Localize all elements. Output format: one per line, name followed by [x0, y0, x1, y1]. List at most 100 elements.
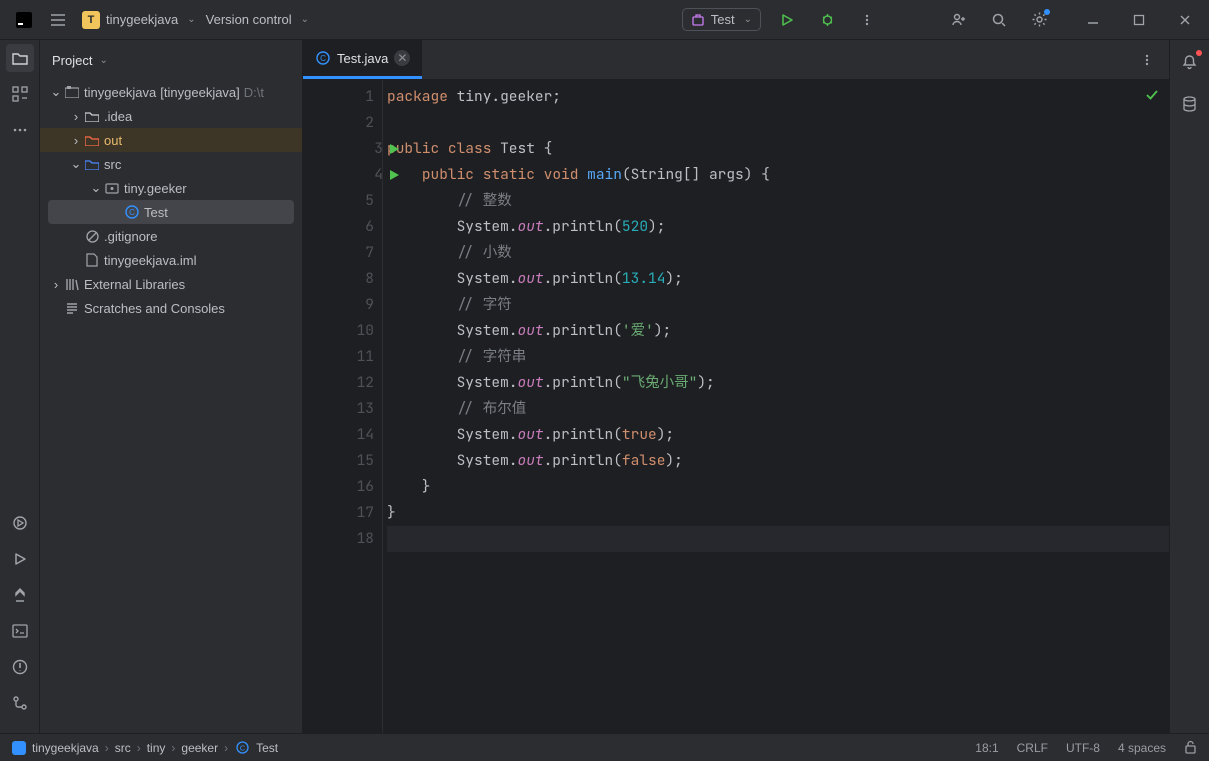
project-panel: Project ⌄ ⌄ tinygeekjava [tinygeekjava] …	[40, 40, 303, 733]
terminal-tool-icon[interactable]	[6, 617, 34, 645]
tree-root[interactable]: ⌄ tinygeekjava [tinygeekjava] D:\t	[40, 80, 302, 104]
more-actions-icon[interactable]	[853, 6, 881, 34]
caret-position[interactable]: 18:1	[975, 741, 998, 755]
tree-root-suffix: [tinygeekjava]	[160, 85, 240, 100]
ide-logo-icon[interactable]	[10, 6, 38, 34]
breadcrumb-item[interactable]: tinygeekjava	[32, 741, 99, 755]
tree-folder-idea[interactable]: › .idea	[40, 104, 302, 128]
run-tool-icon[interactable]	[6, 545, 34, 573]
tree-folder-out[interactable]: › out	[40, 128, 302, 152]
right-tool-strip	[1169, 40, 1209, 733]
folder-icon	[84, 111, 100, 122]
file-encoding[interactable]: UTF-8	[1066, 741, 1100, 755]
run-config-icon	[691, 13, 705, 27]
svg-text:C: C	[239, 744, 245, 753]
problems-tool-icon[interactable]	[6, 653, 34, 681]
code-with-me-icon[interactable]	[945, 6, 973, 34]
gutter-run-icon[interactable]	[389, 169, 400, 181]
chevron-down-icon: ⌄	[48, 84, 64, 100]
run-button[interactable]	[773, 6, 801, 34]
more-tools-icon[interactable]	[6, 116, 34, 144]
tree-label: tinygeekjava	[84, 85, 156, 100]
tree-label: src	[104, 157, 121, 172]
chevron-right-icon: ›	[68, 133, 84, 148]
project-tool-icon[interactable]	[6, 44, 34, 72]
source-folder-icon	[84, 159, 100, 170]
code-editor[interactable]: 123456789101112131415161718 package tiny…	[303, 80, 1169, 733]
class-icon: C	[124, 205, 140, 219]
search-icon[interactable]	[985, 6, 1013, 34]
project-panel-header[interactable]: Project ⌄	[40, 40, 302, 80]
notifications-icon[interactable]	[1176, 48, 1204, 76]
tree-package[interactable]: ⌄ tiny.geeker	[40, 176, 302, 200]
tree-external-libs[interactable]: › External Libraries	[40, 272, 302, 296]
file-icon	[84, 253, 100, 267]
breadcrumbs[interactable]: tinygeekjava › src › tiny › geeker › C T…	[12, 741, 278, 755]
breadcrumb-sep-icon: ›	[171, 741, 175, 755]
tree-label: Test	[144, 205, 168, 220]
tree-label: Scratches and Consoles	[84, 301, 225, 316]
database-tool-icon[interactable]	[1176, 90, 1204, 118]
window-minimize-button[interactable]	[1079, 6, 1107, 34]
editor-code-area[interactable]: package tiny.geeker;public class Test { …	[383, 80, 1169, 733]
breadcrumb-item[interactable]: src	[115, 741, 131, 755]
breadcrumb-sep-icon: ›	[105, 741, 109, 755]
debug-button[interactable]	[813, 6, 841, 34]
project-panel-title: Project	[52, 53, 92, 68]
project-badge-icon: T	[82, 11, 100, 29]
tree-class-test[interactable]: C Test	[48, 200, 294, 224]
line-separator[interactable]: CRLF	[1017, 741, 1048, 755]
window-maximize-button[interactable]	[1125, 6, 1153, 34]
project-selector[interactable]: T tinygeekjava ⌄	[78, 9, 200, 31]
update-indicator-dot	[1044, 9, 1050, 15]
left-tool-strip	[0, 40, 40, 733]
tree-scratches[interactable]: Scratches and Consoles	[40, 296, 302, 320]
svg-text:C: C	[320, 54, 326, 63]
gutter-run-icon[interactable]	[389, 143, 400, 155]
tree-label: External Libraries	[84, 277, 185, 292]
module-icon	[64, 86, 80, 98]
titlebar: T tinygeekjava ⌄ Version control ⌄ Test …	[0, 0, 1209, 40]
breadcrumb-item[interactable]: Test	[256, 741, 278, 755]
scratch-icon	[64, 302, 80, 315]
vcs-label: Version control	[206, 12, 292, 27]
breadcrumb-item[interactable]: geeker	[181, 741, 218, 755]
library-icon	[64, 278, 80, 291]
vcs-widget[interactable]: Version control ⌄	[206, 12, 309, 27]
main-menu-icon[interactable]	[44, 6, 72, 34]
breadcrumb-item[interactable]: tiny	[147, 741, 166, 755]
indent-setting[interactable]: 4 spaces	[1118, 741, 1166, 755]
project-name: tinygeekjava	[106, 12, 178, 27]
breadcrumb-sep-icon: ›	[224, 741, 228, 755]
tab-list-icon[interactable]	[1133, 46, 1161, 74]
module-badge-icon	[12, 741, 26, 755]
services-tool-icon[interactable]	[6, 509, 34, 537]
build-tool-icon[interactable]	[6, 581, 34, 609]
settings-icon[interactable]	[1025, 6, 1053, 34]
breadcrumb-sep-icon: ›	[137, 741, 141, 755]
analysis-ok-icon[interactable]	[1145, 88, 1159, 102]
run-config-name: Test	[711, 12, 735, 27]
structure-tool-icon[interactable]	[6, 80, 34, 108]
editor-tab-test[interactable]: C Test.java ✕	[303, 40, 422, 79]
run-config-selector[interactable]: Test ⌄	[682, 8, 761, 31]
tree-gitignore[interactable]: .gitignore	[40, 224, 302, 248]
chevron-down-icon: ⌄	[187, 14, 195, 25]
readonly-toggle-icon[interactable]	[1184, 740, 1197, 755]
chevron-down-icon: ⌄	[88, 180, 104, 196]
tree-folder-src[interactable]: ⌄ src	[40, 152, 302, 176]
chevron-down-icon: ⌄	[744, 14, 752, 25]
editor-gutter[interactable]: 123456789101112131415161718	[303, 80, 383, 733]
editor-tabbar: C Test.java ✕	[303, 40, 1169, 80]
chevron-down-icon: ⌄	[68, 156, 84, 172]
ignored-file-icon	[84, 230, 100, 243]
tree-label: tiny.geeker	[124, 181, 187, 196]
window-close-button[interactable]	[1171, 6, 1199, 34]
notification-badge	[1196, 50, 1202, 56]
close-tab-icon[interactable]: ✕	[394, 50, 410, 66]
tree-iml[interactable]: tinygeekjava.iml	[40, 248, 302, 272]
package-icon	[104, 182, 120, 194]
chevron-down-icon: ⌄	[301, 14, 309, 25]
tree-label: out	[104, 133, 122, 148]
vcs-tool-icon[interactable]	[6, 689, 34, 717]
